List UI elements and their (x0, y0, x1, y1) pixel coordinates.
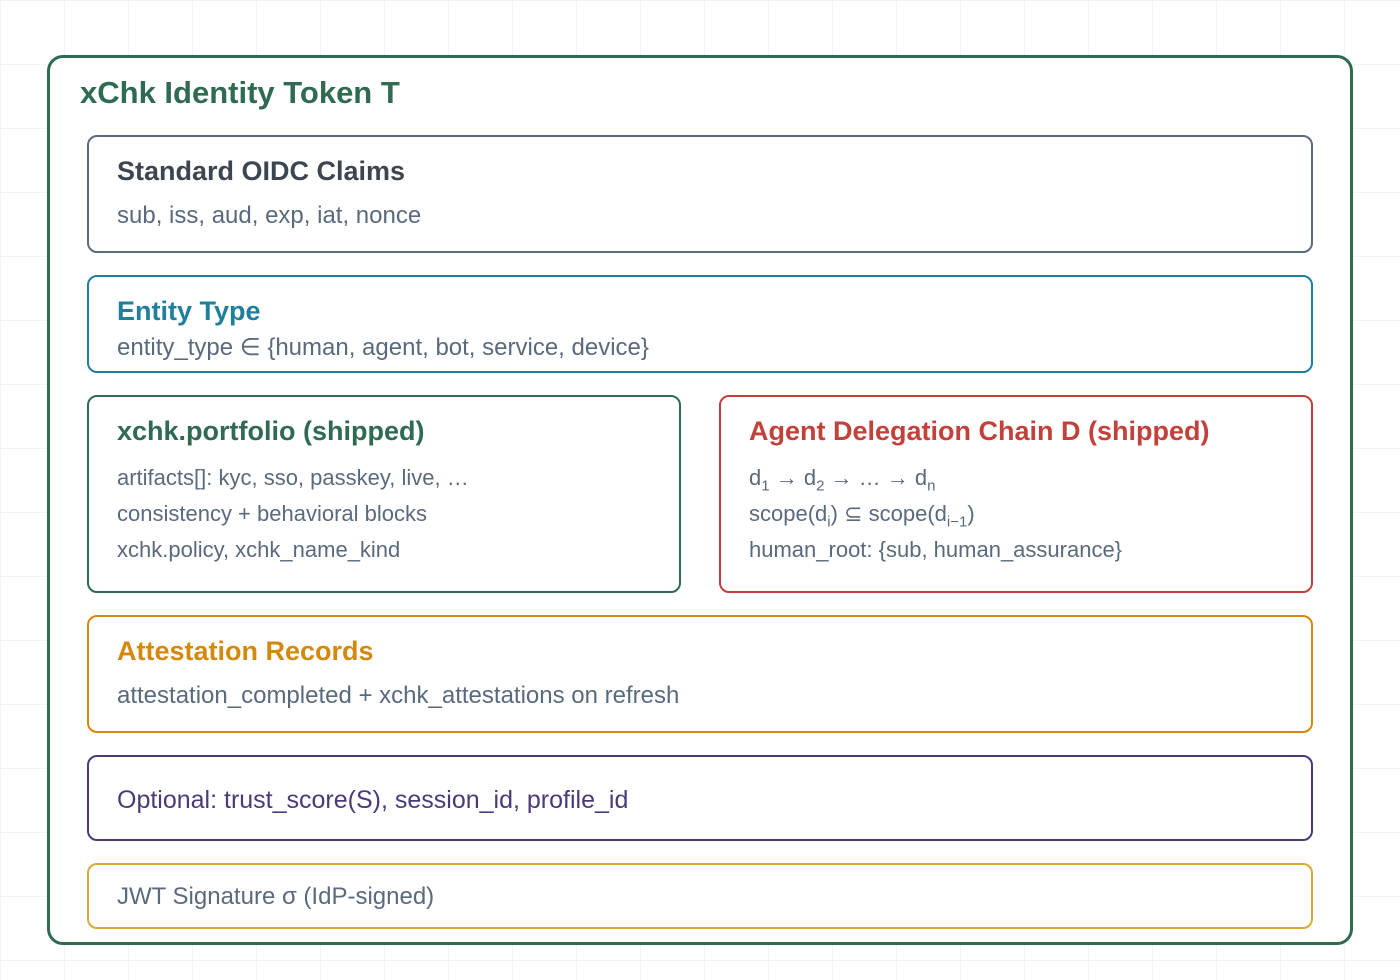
portfolio-policy: xchk.policy, xchk_name_kind (117, 537, 401, 562)
chain-d2: d (803, 465, 817, 490)
entity-type-title: Entity Type (117, 296, 261, 326)
scope-sub-prev: i−1 (946, 513, 968, 531)
attestation-title: Attestation Records (117, 636, 374, 666)
scope-suffix: ) (967, 501, 975, 526)
chain-ellipsis: → … → (824, 465, 915, 490)
scope-middle: ) ⊆ scope(d (830, 501, 947, 526)
optional-claims-box: Optional: trust_score(S), session_id, pr… (87, 755, 1313, 841)
portfolio-artifacts: artifacts[]: kyc, sso, passkey, live, … (117, 465, 469, 490)
portfolio-title: xchk.portfolio (shipped) (117, 416, 425, 446)
jwt-signature-box: JWT Signature σ (IdP-signed) (87, 863, 1313, 929)
chain-d1: d (749, 465, 762, 490)
chain-arrow-1: → (769, 465, 804, 490)
jwt-signature-line: JWT Signature σ (IdP-signed) (117, 883, 435, 910)
entity-type-box: Entity Type entity_type ∈ {human, agent,… (87, 275, 1313, 373)
attestation-line: attestation_completed + xchk_attestation… (117, 682, 680, 709)
delegation-chain-box: Agent Delegation Chain D (shipped) d1 → … (719, 395, 1313, 593)
delegation-scope-rule: scope(di) ⊆ scope(di−1) (749, 499, 975, 529)
optional-claims-line: Optional: trust_score(S), session_id, pr… (117, 786, 629, 814)
chain-sub-n: n (927, 477, 936, 495)
portfolio-blocks: consistency + behavioral blocks (117, 501, 427, 526)
oidc-claims-box: Standard OIDC Claims sub, iss, aud, exp,… (87, 135, 1313, 253)
oidc-claims-title: Standard OIDC Claims (117, 156, 406, 186)
delegation-human-root: human_root: {sub, human_assurance} (749, 537, 1123, 562)
oidc-claims-list: sub, iss, aud, exp, iat, nonce (117, 202, 422, 229)
chain-sub-1: 1 (761, 477, 770, 495)
chain-dn: d (914, 465, 928, 490)
delegation-chain-sequence: d1 → d2 → … → dn (749, 463, 935, 493)
portfolio-box: xchk.portfolio (shipped) artifacts[]: ky… (87, 395, 681, 593)
entity-type-definition: entity_type ∈ {human, agent, bot, servic… (117, 334, 649, 361)
delegation-chain-title: Agent Delegation Chain D (shipped) (749, 416, 1210, 446)
scope-prefix: scope(d (749, 501, 828, 526)
token-title: xChk Identity Token T (80, 75, 400, 110)
attestation-box: Attestation Records attestation_complete… (87, 615, 1313, 733)
